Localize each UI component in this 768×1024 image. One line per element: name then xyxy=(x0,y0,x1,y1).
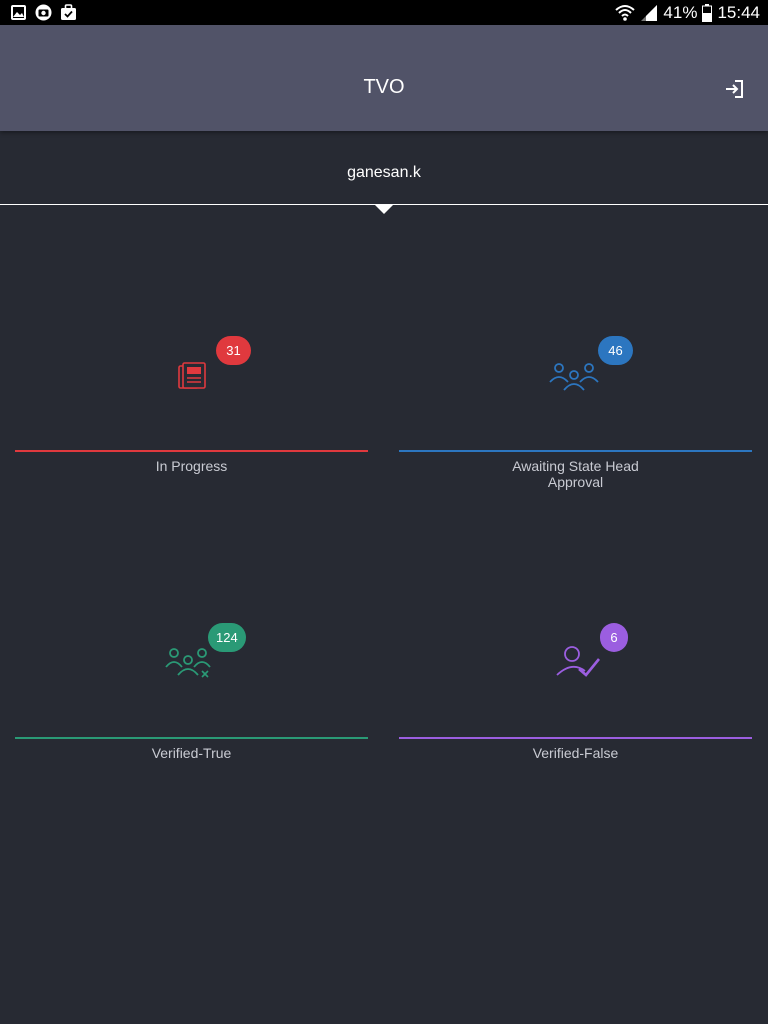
signal-icon xyxy=(641,4,658,21)
user-name: ganesan.k xyxy=(347,164,421,181)
tab-indicator xyxy=(374,204,394,214)
wifi-icon xyxy=(615,4,636,21)
group-cross-icon xyxy=(165,648,211,678)
tile-divider xyxy=(15,450,368,452)
briefcase-check-icon xyxy=(61,4,76,20)
tile-divider xyxy=(399,450,752,452)
count-badge: 46 xyxy=(598,336,633,365)
battery-icon xyxy=(702,3,713,22)
tile-in-progress[interactable]: 31 In Progress xyxy=(15,310,368,490)
tile-label: Verified-True xyxy=(151,745,232,761)
status-bar: 41% 15:44 xyxy=(0,0,768,25)
count-badge: 124 xyxy=(208,623,246,652)
tile-label: In Progress xyxy=(155,458,228,474)
gallery-icon xyxy=(11,5,26,20)
count-badge: 31 xyxy=(216,336,251,365)
tile-divider xyxy=(15,737,368,739)
logout-icon[interactable] xyxy=(722,77,746,101)
tile-label: Verified-False xyxy=(532,745,619,761)
count-badge: 6 xyxy=(600,623,628,652)
group-icon xyxy=(549,363,599,391)
app-title: TVO xyxy=(363,76,405,98)
user-check-icon xyxy=(556,646,601,677)
status-system: 41% 15:44 xyxy=(615,0,760,25)
status-notifications xyxy=(10,4,77,21)
clock: 15:44 xyxy=(717,2,760,22)
app-bar: TVO xyxy=(0,25,768,131)
tile-awaiting-approval[interactable]: 46 Awaiting State Head Approval xyxy=(399,310,752,490)
tile-label: Awaiting State Head Approval xyxy=(512,458,639,490)
tile-verified-true[interactable]: 124 Verified-True xyxy=(15,597,368,777)
camera-icon xyxy=(35,4,52,21)
newspaper-icon xyxy=(178,362,206,389)
tile-verified-false[interactable]: 6 Verified-False xyxy=(399,597,752,777)
user-tab[interactable]: ganesan.k xyxy=(0,131,768,205)
battery-percent: 41% xyxy=(663,2,698,22)
tile-divider xyxy=(399,737,752,739)
